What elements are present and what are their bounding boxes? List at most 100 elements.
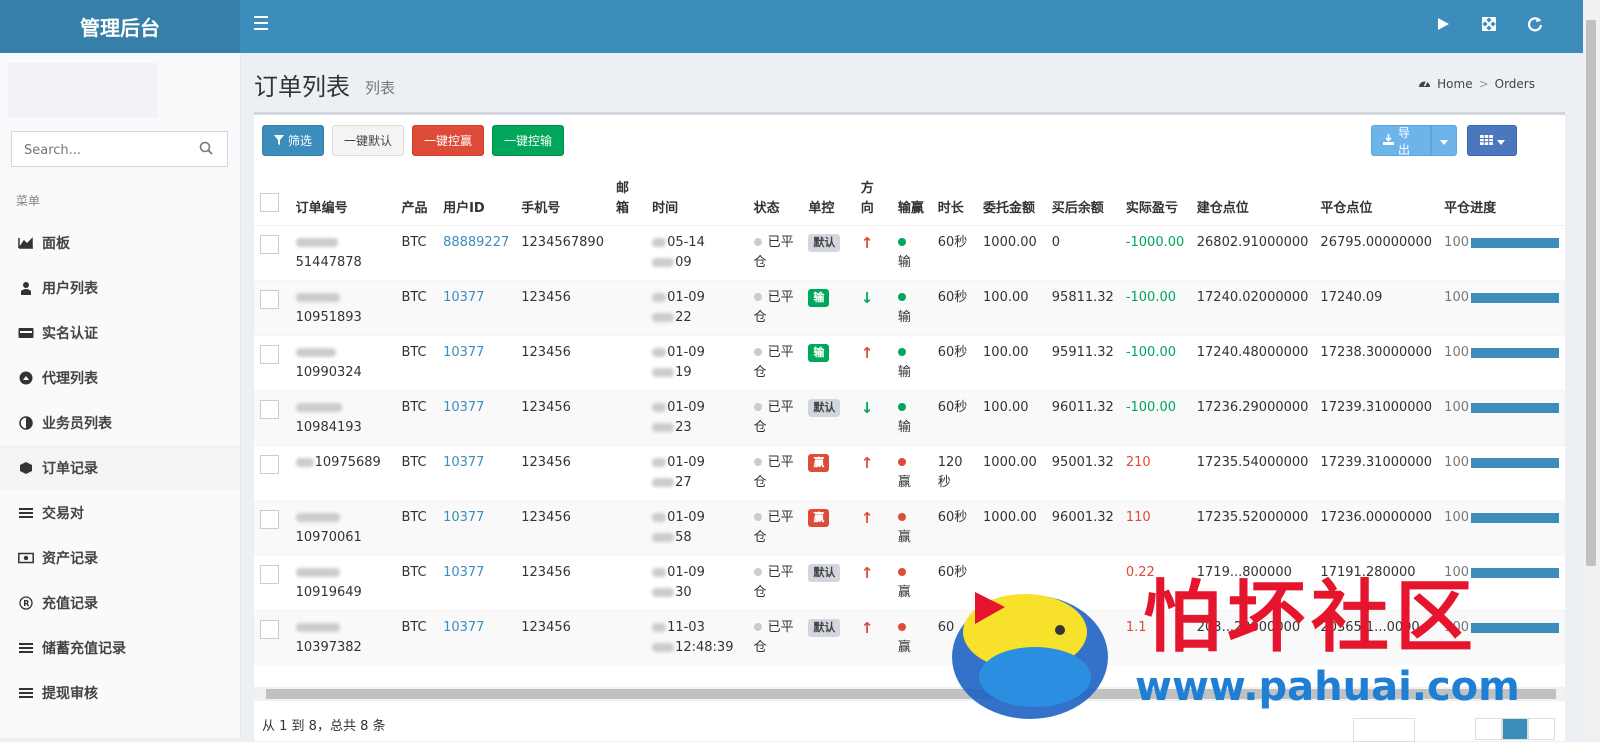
sidebar-toggle-icon[interactable] xyxy=(254,16,268,30)
open-price: 17240.48000000 xyxy=(1190,334,1315,390)
open-price: 17235.52000000 xyxy=(1190,499,1315,555)
sidebar-item-pairs[interactable]: 交易对 xyxy=(0,490,240,535)
search-input[interactable] xyxy=(12,132,196,168)
sidebar-item-assets[interactable]: 资产记录 xyxy=(0,535,240,580)
control-badge[interactable]: 默认 xyxy=(808,618,841,637)
sidebar-item-orders[interactable]: 订单记录 xyxy=(0,445,240,490)
user-id-link[interactable]: 88889227 xyxy=(443,235,509,250)
sidebar-item-deposits[interactable]: R 充值记录 xyxy=(0,580,240,625)
control-badge[interactable]: 赢 xyxy=(808,453,830,472)
circle-up-icon xyxy=(18,371,34,385)
table-row: 10984193 BTC 10377 123456 01-09 23 已平仓 默认 ↓ 输 60秒 1… xyxy=(254,389,1565,445)
play-icon[interactable] xyxy=(1435,16,1451,32)
column-header[interactable]: 单控 xyxy=(802,167,855,226)
refresh-icon[interactable] xyxy=(1527,16,1543,32)
sidebar-item-verification[interactable]: 实名认证 xyxy=(0,310,240,355)
export-button[interactable]: 导出 xyxy=(1371,125,1431,157)
fullscreen-icon[interactable] xyxy=(1481,16,1497,32)
select-all-checkbox[interactable] xyxy=(260,192,279,212)
breadcrumb-home[interactable]: Home xyxy=(1437,77,1472,91)
row-checkbox[interactable] xyxy=(260,399,279,419)
column-header[interactable]: 委托金额 xyxy=(977,167,1046,226)
one-click-default-button[interactable]: 一键默认 xyxy=(332,125,405,156)
toolbar: 筛选 一键默认 一键控赢 一键控输 xyxy=(262,125,565,156)
redacted-mark xyxy=(652,347,667,357)
search-icon[interactable] xyxy=(199,141,213,155)
row-checkbox[interactable] xyxy=(260,619,279,639)
open-price: 17240.02000000 xyxy=(1190,279,1315,335)
column-header[interactable]: 产品 xyxy=(395,167,438,226)
user-id-link[interactable]: 10377 xyxy=(443,400,484,415)
sidebar-item-dashboard[interactable]: 面板 xyxy=(0,220,240,265)
sidebar-item-savings[interactable]: 储蓄充值记录 xyxy=(0,625,240,670)
redacted-mark xyxy=(652,642,675,652)
order-id: 10975689 xyxy=(314,454,381,470)
control-badge[interactable]: 赢 xyxy=(808,508,830,527)
area-chart-icon xyxy=(18,236,34,249)
user-id-link[interactable]: 10377 xyxy=(443,290,484,305)
result-text: 赢 xyxy=(897,584,911,600)
row-checkbox[interactable] xyxy=(260,454,279,474)
column-header[interactable]: 订单编号 xyxy=(289,167,396,226)
select-all-header[interactable] xyxy=(254,167,290,226)
control-badge[interactable]: 输 xyxy=(808,343,830,362)
column-header[interactable]: 手机号 xyxy=(515,167,610,226)
column-header[interactable]: 方向 xyxy=(854,167,892,226)
app-logo[interactable]: 管理后台 xyxy=(0,0,240,53)
sidebar-item-label: 储蓄充值记录 xyxy=(42,640,126,657)
user-panel xyxy=(8,63,158,118)
column-header[interactable]: 时间 xyxy=(646,167,748,226)
control-badge[interactable]: 默认 xyxy=(808,233,841,252)
column-header[interactable]: 实际盈亏 xyxy=(1119,167,1191,226)
sidebar-item-label: 实名认证 xyxy=(42,325,98,342)
redacted-mark xyxy=(295,292,340,302)
control-badge[interactable]: 默认 xyxy=(808,563,841,582)
bars-icon xyxy=(18,687,34,699)
row-checkbox[interactable] xyxy=(260,234,279,254)
page-scrollbar[interactable] xyxy=(1583,0,1600,738)
status-dot xyxy=(753,512,762,521)
user-id-link[interactable]: 10377 xyxy=(443,510,484,525)
adjust-icon xyxy=(18,415,34,430)
duration: 60秒 xyxy=(931,499,978,555)
column-header[interactable]: 状态 xyxy=(747,167,803,226)
email xyxy=(609,389,647,445)
caret-down-icon xyxy=(1440,134,1448,148)
user-id-link[interactable]: 10377 xyxy=(443,345,484,360)
sidebar-item-withdrawals[interactable]: 提现审核 xyxy=(0,670,240,715)
row-checkbox[interactable] xyxy=(260,344,279,364)
user-id-link[interactable]: 10377 xyxy=(443,565,484,580)
sidebar-item-users[interactable]: 用户列表 xyxy=(0,265,240,310)
columns-toggle-button[interactable] xyxy=(1467,125,1517,156)
column-header[interactable]: 买后余额 xyxy=(1045,167,1120,226)
user-id-link[interactable]: 10377 xyxy=(443,455,484,470)
column-header[interactable]: 用户ID xyxy=(437,167,516,226)
column-header[interactable]: 建仓点位 xyxy=(1190,167,1315,226)
cube-icon xyxy=(18,461,34,475)
time-clock: 27 xyxy=(675,474,692,490)
filter-button[interactable]: 筛选 xyxy=(262,125,325,156)
row-checkbox[interactable] xyxy=(260,509,279,529)
close-price: 17239.31000000 xyxy=(1314,389,1439,445)
row-checkbox[interactable] xyxy=(260,564,279,584)
column-header[interactable]: 平仓点位 xyxy=(1314,167,1439,226)
redacted-mark xyxy=(652,292,667,302)
sidebar-item-agents[interactable]: 代理列表 xyxy=(0,355,240,400)
export-dropdown-button[interactable] xyxy=(1431,125,1457,156)
email xyxy=(609,499,647,555)
column-header[interactable]: 输赢 xyxy=(891,167,932,226)
result-dot xyxy=(897,347,906,356)
control-badge[interactable]: 输 xyxy=(808,288,830,307)
order-id: 10397382 xyxy=(295,639,362,655)
sidebar-item-salesmen[interactable]: 业务员列表 xyxy=(0,400,240,445)
user-id-link[interactable]: 10377 xyxy=(443,620,484,635)
column-header[interactable]: 时长 xyxy=(931,167,978,226)
redacted-mark xyxy=(652,457,667,467)
column-header[interactable]: 平仓进度 xyxy=(1438,167,1565,226)
one-click-win-button[interactable]: 一键控赢 xyxy=(412,125,485,156)
row-checkbox[interactable] xyxy=(260,289,279,309)
one-click-lose-button[interactable]: 一键控输 xyxy=(492,125,565,156)
control-badge[interactable]: 默认 xyxy=(808,398,841,417)
sidebar-search[interactable] xyxy=(11,131,228,168)
column-header[interactable]: 邮箱 xyxy=(609,167,647,226)
